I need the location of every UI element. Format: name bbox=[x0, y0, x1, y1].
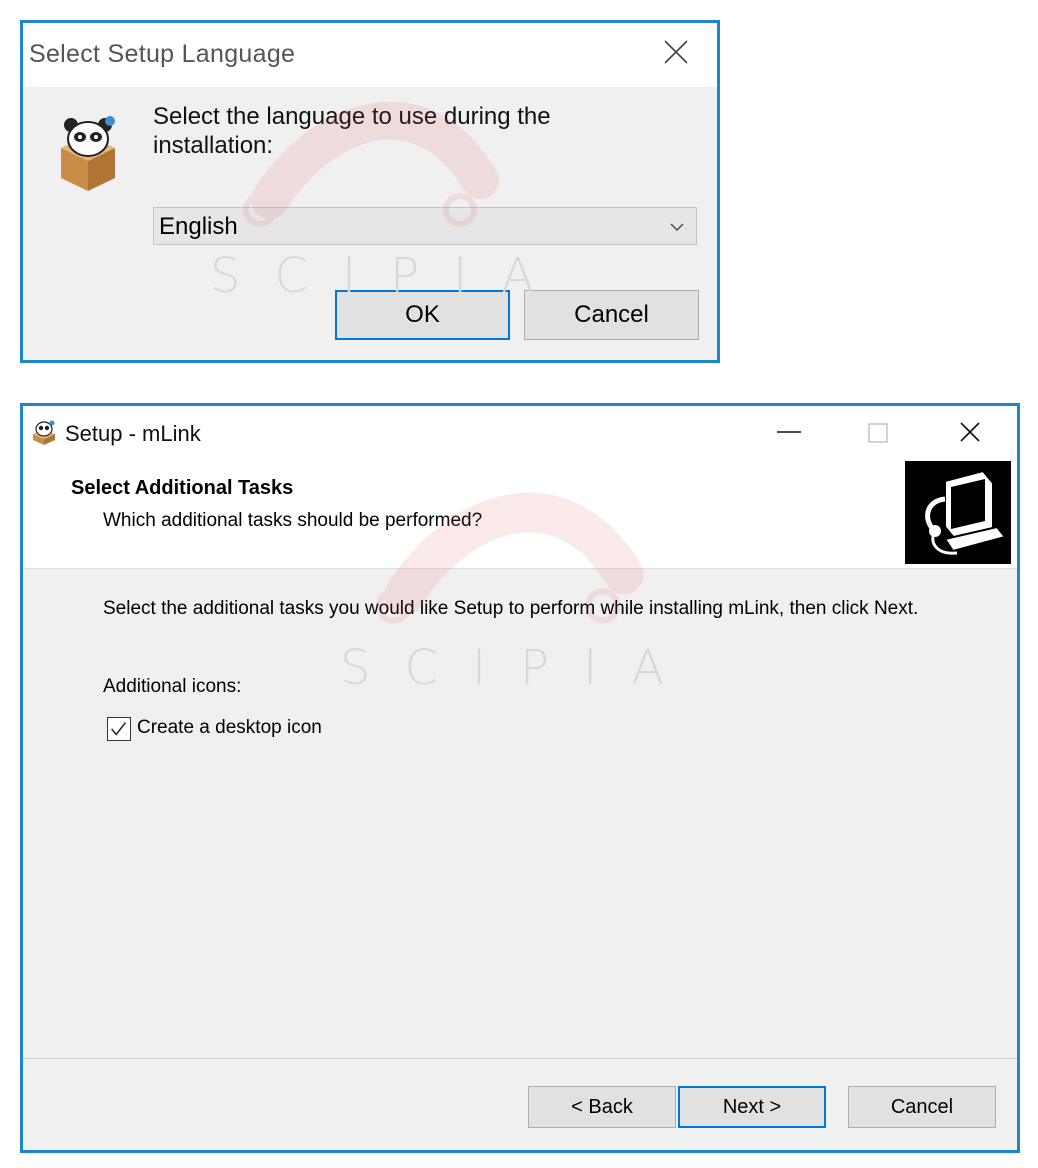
close-icon[interactable] bbox=[956, 418, 984, 446]
additional-icons-label: Additional icons: bbox=[103, 676, 242, 697]
setup-panda-box-icon bbox=[61, 116, 115, 191]
page-subtitle: Which additional tasks should be perform… bbox=[103, 510, 483, 531]
chevron-down-icon bbox=[670, 223, 684, 231]
ok-button[interactable]: OK bbox=[335, 290, 510, 340]
setup-wizard-window: Setup - mLink Select Additional Tasks Wh… bbox=[20, 403, 1020, 1153]
task-description: Select the additional tasks you would li… bbox=[103, 598, 919, 619]
selected-language: English bbox=[159, 213, 238, 240]
close-icon[interactable] bbox=[661, 37, 691, 67]
cancel-button[interactable]: Cancel bbox=[848, 1086, 996, 1128]
language-dropdown[interactable]: English bbox=[153, 207, 697, 245]
minimize-icon[interactable] bbox=[775, 420, 803, 444]
title-bar: Select Setup Language bbox=[23, 23, 717, 87]
language-prompt: Select the language to use during the in… bbox=[153, 103, 551, 159]
back-button[interactable]: < Back bbox=[528, 1086, 676, 1128]
title-bar: Setup - mLink bbox=[23, 406, 1017, 458]
footer-divider bbox=[23, 1058, 1017, 1059]
setup-panda-box-icon bbox=[33, 420, 55, 445]
task-label: Create a desktop icon bbox=[137, 717, 322, 738]
cancel-button[interactable]: Cancel bbox=[524, 290, 699, 340]
next-button[interactable]: Next > bbox=[678, 1086, 826, 1128]
computer-install-icon bbox=[905, 461, 1011, 564]
select-language-dialog: Select Setup Language Select the languag… bbox=[20, 20, 720, 363]
window-title: Setup - mLink bbox=[65, 421, 201, 446]
dialog-title: Select Setup Language bbox=[29, 40, 296, 68]
wizard-header: Select Additional Tasks Which additional… bbox=[23, 458, 1017, 569]
maximize-icon[interactable] bbox=[866, 421, 890, 445]
checkmark-icon bbox=[111, 722, 126, 736]
page-title: Select Additional Tasks bbox=[71, 477, 294, 499]
desktop-icon-checkbox[interactable] bbox=[107, 717, 131, 741]
